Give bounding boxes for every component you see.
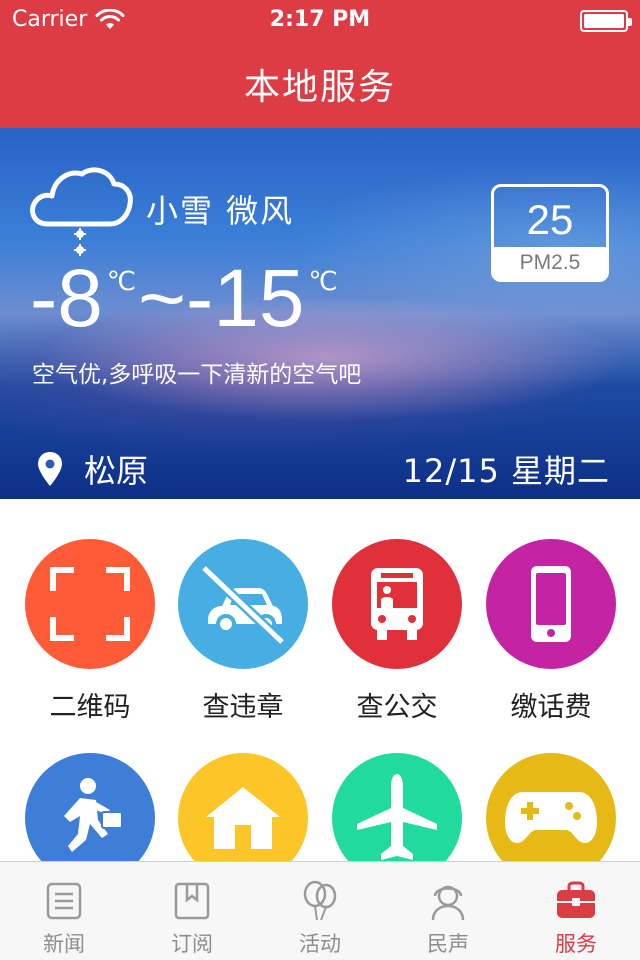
tab-label: 服务 [555,932,597,956]
weather-condition: 小雪 微风 [146,192,295,230]
air-quality-tip: 空气优,多呼吸一下清新的空气吧 [32,362,362,388]
temp-unit-low: ℃ [308,266,338,296]
no-car-icon [200,564,286,644]
service-qr-code[interactable]: 二维码 [13,539,167,724]
service-label: 查违章 [202,692,284,723]
snow-cloud-icon [30,167,133,256]
service-icon-circle [332,539,462,669]
tab-label: 新闻 [43,932,85,956]
bookmark-icon [174,882,210,920]
weather-banner[interactable]: 小雪 微风 -8 ℃ ~ -15 ℃ 空气优,多呼吸一下清新的空气吧 25 PM… [0,128,640,499]
toolbox-icon [557,881,595,918]
service-label: 二维码 [49,692,131,723]
service-bus[interactable]: 查公交 [320,539,474,724]
top-header: Carrier 2:17 PM 本地服务 [0,0,640,128]
news-icon [46,882,82,920]
date-weekday: 12/15 星期二 [402,452,610,490]
battery-icon [580,10,632,32]
services-grid: 二维码 查违章 查公交 缴话费 [0,499,640,883]
running-man-icon [64,778,123,852]
service-icon-circle [25,539,155,669]
service-phone-bill[interactable]: 缴话费 [474,539,628,724]
tab-activity[interactable]: 活动 [256,862,384,960]
temperature-range: -8 ℃ ~ -15 ℃ [30,258,340,340]
service-icon-circle [486,539,616,669]
temp-separator: ~ [138,253,187,344]
service-label: 缴话费 [510,692,592,723]
bus-icon [371,568,423,640]
tab-services[interactable]: 服务 [512,862,640,960]
location[interactable]: 松原 [36,446,148,492]
tab-label: 民声 [427,932,469,956]
status-bar: Carrier 2:17 PM [0,0,640,40]
qr-scan-icon [50,567,130,641]
tab-subscribe[interactable]: 订阅 [128,862,256,960]
tab-label: 活动 [299,932,341,956]
balloons-icon [303,880,337,921]
tab-label: 订阅 [171,932,213,956]
house-icon [206,787,280,849]
service-icon-circle [178,539,308,669]
page-title: 本地服务 [243,67,396,108]
pm25-badge: 25 PM2.5 [491,184,609,282]
temp-unit-high: ℃ [106,266,137,296]
phone-icon [531,566,571,642]
headset-user-icon [431,885,465,921]
location-pin-icon [38,452,62,486]
pm25-value: 25 [526,196,574,243]
tab-public-voice[interactable]: 民声 [384,862,512,960]
pm25-label: PM2.5 [519,251,581,274]
temp-high: -8 [30,253,103,344]
service-traffic-violation[interactable]: 查违章 [166,539,320,724]
airplane-icon [357,774,437,860]
clock: 2:17 PM [269,7,371,32]
service-label: 查公交 [356,692,438,723]
temp-low: -15 [186,253,305,344]
gamepad-icon [505,792,597,844]
tab-news[interactable]: 新闻 [0,862,128,960]
city-name: 松原 [84,452,149,490]
tab-bar: 新闻 订阅 活动 民声 服务 [0,861,640,960]
